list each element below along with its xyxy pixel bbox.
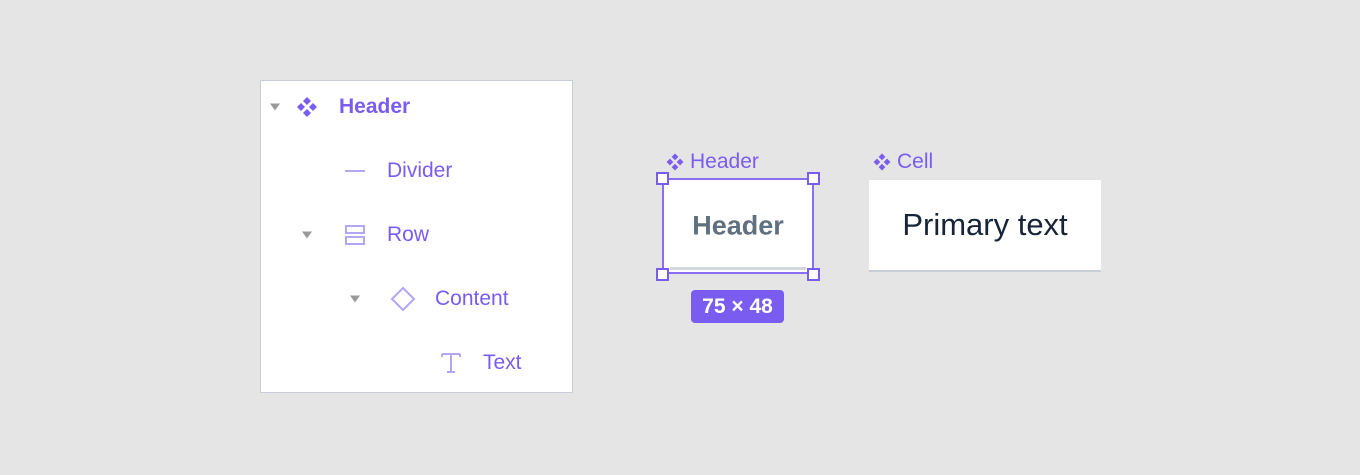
instance-icon <box>390 286 416 312</box>
cell-frame[interactable]: Primary text <box>869 180 1101 272</box>
header-frame-text: Header <box>692 210 784 241</box>
resize-handle-top-right[interactable] <box>807 172 820 185</box>
component-icon <box>873 153 891 171</box>
caret-down-icon[interactable] <box>270 103 280 111</box>
component-tag-label: Cell <box>897 150 934 173</box>
resize-handle-bottom-right[interactable] <box>807 268 820 281</box>
layer-item-row[interactable]: Row <box>261 203 572 267</box>
cell-primary-text: Primary text <box>902 207 1068 242</box>
divider-line <box>670 267 806 270</box>
cell-component-tag[interactable]: Cell <box>871 150 933 174</box>
caret-down-icon[interactable] <box>302 231 312 239</box>
layer-label: Divider <box>387 159 453 182</box>
row-icon <box>342 222 368 248</box>
layer-item-divider[interactable]: Divider <box>261 139 572 203</box>
layer-item-text[interactable]: Text <box>261 331 572 395</box>
header-frame[interactable]: Header <box>662 178 814 274</box>
layer-item-content[interactable]: Content <box>261 267 572 331</box>
header-component-tag[interactable]: Header <box>664 150 759 174</box>
resize-handle-top-left[interactable] <box>656 172 669 185</box>
resize-handle-bottom-left[interactable] <box>656 268 669 281</box>
divider-icon <box>342 158 368 184</box>
layer-label: Header <box>339 95 411 118</box>
component-icon <box>294 94 320 120</box>
layer-label: Text <box>483 351 522 374</box>
text-icon <box>438 350 464 376</box>
layer-label: Row <box>387 223 430 246</box>
layer-label: Content <box>435 287 509 310</box>
layers-panel: Header Divider Row Content Text <box>260 80 573 393</box>
caret-down-icon[interactable] <box>350 295 360 303</box>
component-icon <box>666 153 684 171</box>
layer-item-header[interactable]: Header <box>261 75 572 139</box>
size-badge: 75 × 48 <box>691 290 784 323</box>
component-tag-label: Header <box>690 150 759 173</box>
